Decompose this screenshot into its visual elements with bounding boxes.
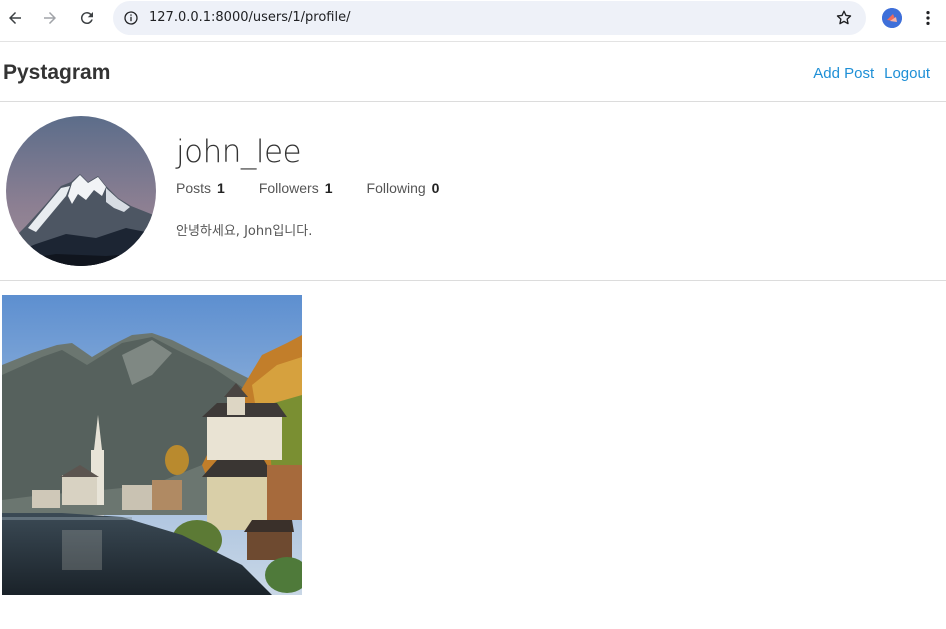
followers-label: Followers	[258, 180, 319, 196]
url-text[interactable]: 127.0.0.1:8000/users/1/profile/	[149, 10, 350, 25]
browser-toolbar: 127.0.0.1:8000/users/1/profile/	[0, 0, 946, 42]
post-thumbnail[interactable]	[2, 295, 302, 595]
back-icon	[9, 12, 21, 24]
app-header: Pystagram Add Post Logout	[0, 42, 946, 102]
following-stat[interactable]: Following 0	[367, 180, 440, 196]
forward-icon	[44, 12, 56, 24]
header-nav: Add Post Logout	[813, 65, 930, 82]
followers-count: 1	[324, 180, 333, 196]
bookmark-star-icon[interactable]	[834, 8, 854, 28]
post-grid	[2, 295, 302, 595]
mountain-lake-village-photo	[2, 295, 302, 595]
add-post-link[interactable]: Add Post	[813, 65, 874, 82]
following-label: Following	[366, 180, 426, 196]
posts-label: Posts	[176, 180, 212, 196]
profile-bio: 안녕하세요, John입니다.	[176, 224, 313, 239]
followers-stat[interactable]: Followers 1	[259, 180, 333, 196]
back-button[interactable]	[1, 6, 29, 30]
avatar	[6, 116, 156, 266]
forward-button[interactable]	[36, 6, 64, 30]
profile-stats: Posts 1 Followers 1 Following 0	[176, 180, 473, 196]
profile-section: john_lee Posts 1 Followers 1 Following 0 안녕…	[0, 102, 946, 281]
site-info-icon[interactable]	[121, 8, 141, 28]
following-count: 0	[431, 180, 440, 196]
logout-link[interactable]: Logout	[884, 65, 930, 82]
posts-stat: Posts 1	[176, 180, 225, 196]
brand-logo[interactable]: Pystagram	[3, 61, 110, 85]
profile-avatar-icon[interactable]	[882, 8, 902, 28]
profile-username: john_lee	[176, 134, 302, 170]
address-bar[interactable]: 127.0.0.1:8000/users/1/profile/	[113, 1, 866, 35]
reload-icon	[80, 12, 93, 25]
reload-button[interactable]	[73, 6, 101, 30]
posts-count: 1	[217, 180, 225, 196]
more-menu-icon[interactable]	[918, 8, 938, 28]
